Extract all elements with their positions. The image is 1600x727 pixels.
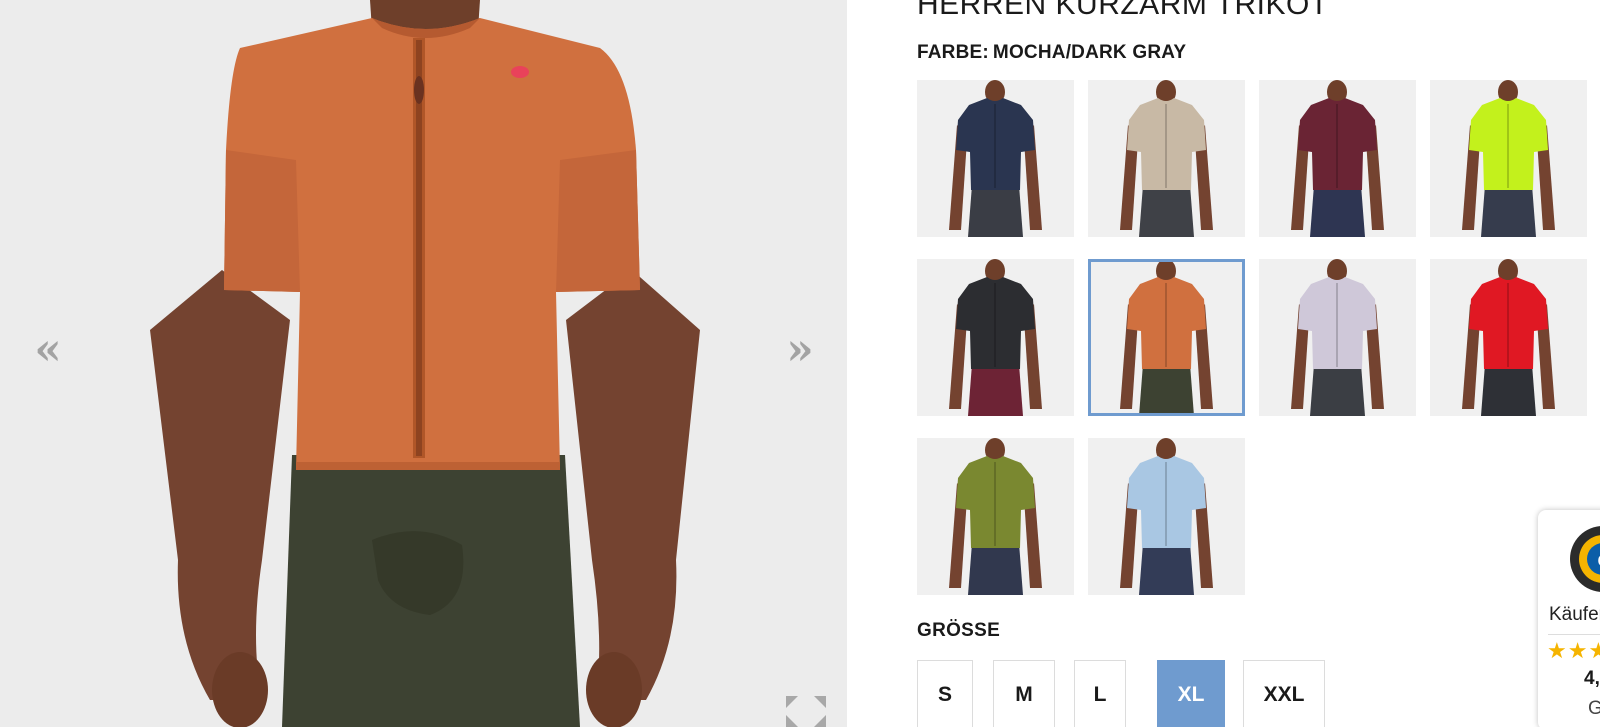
trusted-shops-seal-icon: e	[1570, 526, 1600, 592]
trust-badge-label: Käufer	[1549, 604, 1600, 625]
product-info-panel: HERREN KURZARM TRIKOT FARBE: MOCHA/DARK G…	[917, 0, 1600, 727]
trust-badge-divider	[1548, 634, 1600, 635]
size-option-xxl[interactable]: XXL	[1243, 660, 1325, 727]
color-label-prefix: FARBE:	[917, 42, 989, 63]
next-image-button[interactable]: »	[778, 328, 822, 372]
color-swatch[interactable]	[917, 80, 1074, 237]
fullscreen-icon[interactable]	[786, 696, 826, 727]
trust-rating-value: 4,	[1584, 668, 1600, 689]
color-swatch[interactable]	[1088, 80, 1245, 237]
size-option-l[interactable]: L	[1074, 660, 1126, 727]
previous-image-button[interactable]: «	[26, 328, 70, 372]
trust-rating-stars: ★★★	[1547, 638, 1600, 663]
size-option-m[interactable]: M	[993, 660, 1055, 727]
size-label: GRÖSSE	[917, 620, 1001, 641]
color-label-value: MOCHA/DARK GRAY	[992, 42, 1187, 63]
color-swatch[interactable]	[1430, 80, 1587, 237]
product-image-gallery: « »	[0, 0, 847, 727]
trust-rating-subtext: G	[1588, 698, 1600, 719]
size-option-s[interactable]: S	[917, 660, 973, 727]
product-title: HERREN KURZARM TRIKOT	[917, 0, 1329, 21]
color-swatch[interactable]	[917, 438, 1074, 595]
color-swatch[interactable]	[1430, 259, 1587, 416]
main-product-image[interactable]	[0, 0, 847, 727]
color-swatch[interactable]	[1259, 259, 1416, 416]
color-swatch[interactable]	[1088, 259, 1245, 416]
color-swatch[interactable]	[1259, 80, 1416, 237]
color-swatch[interactable]	[1088, 438, 1245, 595]
trusted-shops-badge[interactable]: e Käufer ★★★ 4, G	[1538, 510, 1600, 727]
selected-color-label: FARBE: MOCHA/DARK GRAY	[917, 42, 1186, 64]
color-swatch[interactable]	[917, 259, 1074, 416]
size-option-xl[interactable]: XL	[1157, 660, 1225, 727]
